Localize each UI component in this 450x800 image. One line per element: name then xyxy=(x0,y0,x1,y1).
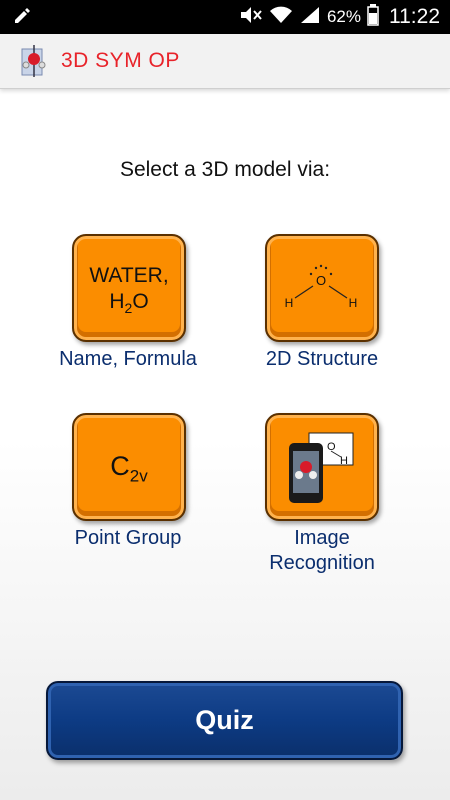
atom-h-right-label: H xyxy=(349,296,358,310)
image-recognition-button[interactable]: O H xyxy=(265,413,379,521)
svg-text:O: O xyxy=(327,441,336,453)
phone-camera-icon: O H xyxy=(289,432,354,503)
mute-icon xyxy=(239,5,263,30)
point-group-symbol: C2v xyxy=(110,451,148,486)
quiz-button[interactable]: Quiz xyxy=(46,681,403,760)
point-group-caption[interactable]: Point Group xyxy=(30,526,226,551)
selection-prompt: Select a 3D model via: xyxy=(119,158,331,181)
svg-text:H: H xyxy=(340,455,348,467)
app-bar: 3D SYM OP xyxy=(0,34,450,89)
name-formula-button[interactable]: WATER, H2O xyxy=(72,234,186,342)
battery-percent: 62% xyxy=(326,7,361,26)
atom-h-left-label: H xyxy=(285,296,294,310)
atom-o-label: O xyxy=(316,273,326,288)
2d-structure-caption[interactable]: 2D Structure xyxy=(222,347,422,372)
edit-notification-icon xyxy=(12,6,32,31)
wifi-icon xyxy=(269,5,293,30)
app-logo-icon xyxy=(20,45,48,77)
signal-icon xyxy=(299,5,321,30)
image-recognition-caption[interactable]: Image Recognition xyxy=(222,526,422,576)
tile-formula: H2O xyxy=(109,290,149,317)
point-group-button[interactable]: C2v xyxy=(72,413,186,521)
app-title: 3D SYM OP xyxy=(61,49,180,72)
name-formula-caption[interactable]: Name, Formula xyxy=(30,347,226,372)
2d-structure-button[interactable]: O H H xyxy=(265,234,379,342)
clock: 11:22 xyxy=(389,5,440,28)
tile-water-label: WATER, xyxy=(89,264,169,287)
battery-icon xyxy=(367,3,379,31)
water-structure-icon: O H H xyxy=(285,264,358,310)
status-bar: 62% 11:22 xyxy=(0,0,450,34)
